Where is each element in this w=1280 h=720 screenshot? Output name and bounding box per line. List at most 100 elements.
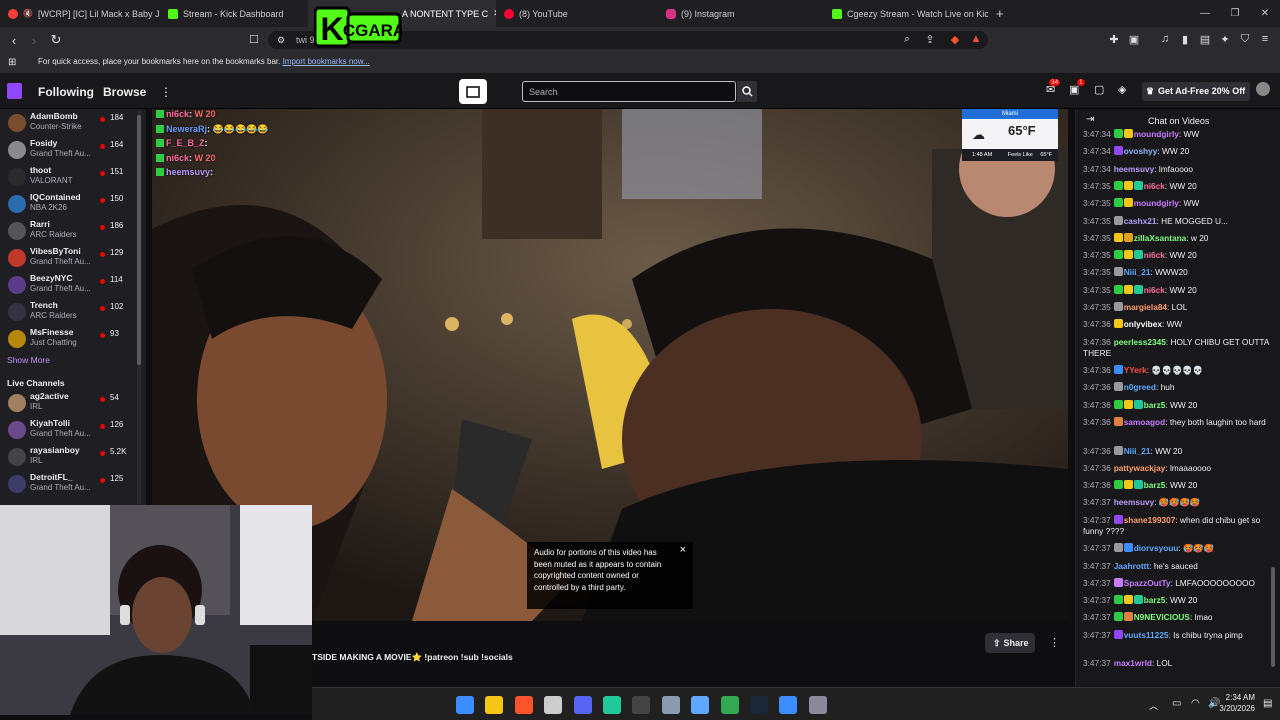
show-more-link[interactable]: Show More — [7, 355, 50, 365]
site-info-icon[interactable]: ⚙ — [274, 35, 288, 46]
search-button[interactable] — [737, 81, 757, 102]
notification-center-icon[interactable]: ▤ — [1263, 698, 1272, 709]
maximize-icon[interactable]: ❐ — [1220, 0, 1250, 27]
sidebar-scrollbar[interactable] — [137, 111, 141, 504]
sidebar-channel[interactable]: Fosidy Grand Theft Au... 164 — [0, 136, 146, 163]
chat-username[interactable]: ni6ck — [1144, 181, 1165, 191]
leo-ai-icon[interactable]: ✦ — [1218, 33, 1232, 46]
forward-icon[interactable]: › — [24, 33, 44, 48]
more-options-icon[interactable]: ⋮ — [1049, 636, 1060, 649]
chat-username[interactable]: Niii_21 — [1124, 446, 1151, 456]
notepad-icon[interactable] — [691, 696, 710, 714]
sidebar-channel[interactable]: DetroitFL_ Grand Theft Au... 125 — [0, 470, 146, 497]
chat-username[interactable]: N9NEVICIOUS — [1134, 612, 1190, 622]
chat-username[interactable]: samoagod — [1124, 417, 1166, 427]
chat-username[interactable]: ovoshyy — [1124, 146, 1158, 156]
tab-youtube[interactable]: (8) YouTube — [496, 0, 658, 27]
extension-app-icon[interactable] — [459, 79, 487, 104]
chat-username[interactable]: vuuts11225 — [1124, 630, 1169, 640]
chat-username[interactable]: SpazzOutTy — [1124, 578, 1171, 588]
obs-icon[interactable] — [808, 696, 827, 714]
chat-username[interactable]: Jaahrottt — [1114, 561, 1150, 571]
collapse-chat-icon[interactable]: ⇥ — [1086, 114, 1094, 125]
share-page-icon[interactable]: ⇪ — [923, 33, 937, 46]
extensions-icon[interactable]: ✚ — [1107, 33, 1121, 46]
chat-username[interactable]: heemsuvy — [1114, 497, 1155, 507]
chrome-icon[interactable] — [720, 696, 739, 714]
back-icon[interactable]: ‹ — [4, 33, 24, 48]
whispers-icon[interactable]: ▢ — [1094, 83, 1104, 96]
new-tab-button[interactable]: + — [988, 0, 1014, 27]
media-icon[interactable]: ♫ — [1158, 33, 1172, 45]
chat-username[interactable]: barz5 — [1144, 595, 1166, 605]
apps-grid-icon[interactable]: ⊞ — [8, 57, 16, 68]
share-button[interactable]: ⇧ Share — [985, 633, 1035, 653]
chat-username[interactable]: n0greed — [1124, 382, 1156, 392]
remote-icon[interactable] — [779, 696, 798, 714]
store-icon[interactable] — [544, 696, 563, 714]
rewards-icon[interactable]: ▲ — [969, 33, 983, 45]
close-notice-icon[interactable]: × — [680, 544, 686, 557]
bookmark-icon[interactable]: ☐ — [247, 33, 261, 46]
close-window-icon[interactable]: ✕ — [1250, 0, 1280, 27]
sidebar-channel[interactable]: KiyahTolli Grand Theft Au... 126 — [0, 416, 146, 443]
chat-username[interactable]: peerless2345 — [1114, 337, 1166, 347]
tray-chevron-icon[interactable]: ︿ — [1149, 699, 1158, 712]
sidebar-channel[interactable]: VibesByToni Grand Theft Au... 129 — [0, 244, 146, 271]
chat-username[interactable]: ni6ck — [1144, 250, 1165, 260]
tab-wcrp[interactable]: 🔇 [WCRP] [IC] Lil Mack x Baby Jack... — [0, 0, 160, 27]
chat-username[interactable]: barz5 — [1144, 480, 1166, 490]
chat-username[interactable]: zillaXsantana — [1134, 233, 1187, 243]
chat-username[interactable]: heemsuvy — [1114, 164, 1155, 174]
ad-free-button[interactable]: ♛ Get Ad-Free 20% Off — [1142, 82, 1250, 101]
minimize-icon[interactable]: — — [1190, 0, 1220, 27]
messages-icon[interactable] — [603, 696, 621, 714]
chat-username[interactable]: max1wrld — [1114, 658, 1152, 668]
twitch-logo-icon[interactable] — [7, 83, 22, 99]
sidebar-channel[interactable]: thoot VALORANT 151 — [0, 163, 146, 190]
tab-kick-dashboard[interactable]: Stream - Kick Dashboard — [160, 0, 308, 27]
network-icon[interactable]: ▭ — [1172, 698, 1181, 709]
vpn-icon[interactable]: ⛉ — [1238, 33, 1252, 46]
steam-icon[interactable] — [750, 696, 768, 714]
start-icon[interactable] — [456, 696, 474, 714]
brave-shields-icon[interactable]: ◆ — [948, 33, 962, 46]
bits-icon[interactable]: ◈ — [1118, 83, 1126, 96]
sidebar-channel[interactable]: rayasianboy IRL 5.2K — [0, 443, 146, 470]
wallet-icon[interactable]: ▤ — [1198, 33, 1212, 46]
avatar[interactable] — [1256, 82, 1270, 96]
chat-scrollbar[interactable] — [1271, 137, 1275, 677]
chat-username[interactable]: onlyvibex — [1124, 319, 1162, 329]
chat-username[interactable]: cashx21 — [1124, 216, 1157, 226]
chat-username[interactable]: moundgirly — [1134, 198, 1179, 208]
reload-icon[interactable]: ↻ — [46, 32, 66, 48]
tab-kick-cgeezy[interactable]: Cgeezy Stream - Watch Live on Kick — [824, 0, 988, 27]
chat-username[interactable]: shane199307 — [1124, 515, 1176, 525]
sidebar-channel[interactable]: AdamBomb Counter-Strike 184 — [0, 109, 146, 136]
sidebar-channel[interactable]: Rarri ARC Raiders 186 — [0, 217, 146, 244]
tab-instagram[interactable]: (9) Instagram — [658, 0, 824, 27]
chat-username[interactable]: moundgirly — [1134, 129, 1179, 139]
sidebar-channel[interactable]: ag2active IRL 54 — [0, 389, 146, 416]
more-menu-icon[interactable]: ⋮ — [160, 85, 172, 99]
zoom-icon[interactable]: ⌕ — [900, 33, 914, 46]
chat-username[interactable]: ni6ck — [1144, 285, 1165, 295]
sidebar-channel[interactable]: BeezyNYC Grand Theft Au... 114 — [0, 271, 146, 298]
capcut-icon[interactable] — [632, 696, 651, 714]
file-explorer-icon[interactable] — [485, 696, 504, 714]
search-input[interactable]: Search — [522, 81, 736, 102]
chat-username[interactable]: YYerk — [1124, 365, 1147, 375]
settings-icon[interactable] — [661, 696, 680, 714]
chat-username[interactable]: Niii_21 — [1124, 267, 1151, 277]
following-link[interactable]: Following — [38, 85, 94, 99]
import-bookmarks-link[interactable]: Import bookmarks now... — [283, 57, 370, 66]
wifi-icon[interactable]: ◠ — [1191, 698, 1200, 709]
sidebar-channel[interactable]: MsFinesse Just Chatting 93 — [0, 325, 146, 352]
chat-username[interactable]: pattywackjay — [1114, 463, 1166, 473]
chat-username[interactable]: margiela84 — [1124, 302, 1167, 312]
sidebar-channel[interactable]: IQContained NBA 2K26 150 — [0, 190, 146, 217]
sidebar-channel[interactable]: Trench ARC Raiders 102 — [0, 298, 146, 325]
sidebar-toggle-icon[interactable]: ▮ — [1178, 33, 1192, 46]
screenshot-icon[interactable]: ▣ — [1127, 33, 1141, 46]
browse-link[interactable]: Browse — [103, 85, 146, 99]
